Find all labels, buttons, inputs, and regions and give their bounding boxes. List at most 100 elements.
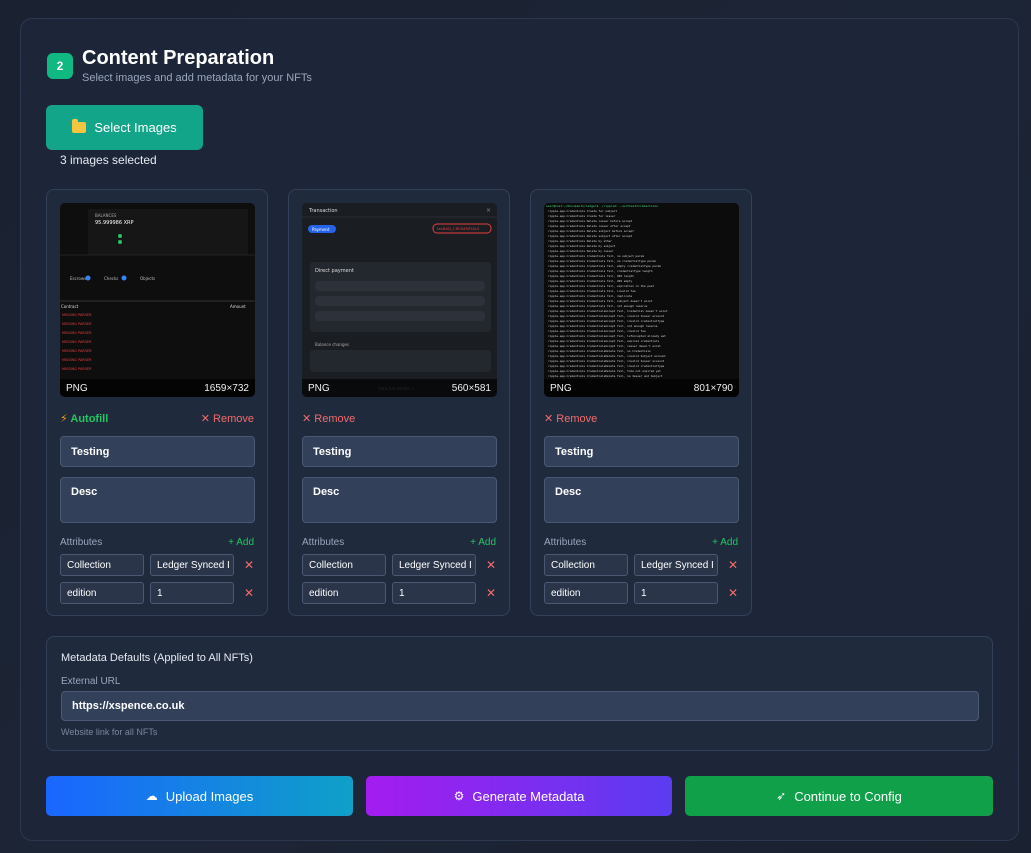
nft-description-input[interactable]: Desc xyxy=(302,477,497,523)
image-thumbnail[interactable]: user@host:~/Documents/ledger$ ./rippled … xyxy=(544,203,739,397)
svg-text:MISSING PARSER: MISSING PARSER xyxy=(62,349,92,353)
thumbnail-preview-transaction: Transaction × Payment tecBAD_CREDENTIALS… xyxy=(302,203,497,397)
attribute-key-input[interactable]: edition xyxy=(302,582,386,604)
svg-text:ripple.app.Credentials Credent: ripple.app.Credentials Credentials fail,… xyxy=(548,294,633,298)
svg-text:ripple.app.Credentials Credent: ripple.app.Credentials Credentials fail,… xyxy=(548,284,654,288)
external-url-input[interactable]: https://xspence.co.uk xyxy=(61,691,979,721)
svg-text:ripple.app.Credentials Credent: ripple.app.Credentials Credentials fail,… xyxy=(548,254,644,258)
image-dimensions: 1659×732 xyxy=(204,382,249,394)
svg-text:ripple.app.Credentials Credent: ripple.app.Credentials CredentialsDelete… xyxy=(548,369,661,373)
remove-attribute-icon[interactable]: ✕ xyxy=(485,582,497,604)
attribute-value-input[interactable]: Ledger Synced I xyxy=(150,554,234,576)
svg-text:Escrows: Escrows xyxy=(70,276,86,281)
svg-text:ripple.app.Credentials Delete: ripple.app.Credentials Delete by other xyxy=(548,239,612,243)
page-title: Content Preparation xyxy=(82,47,275,69)
svg-text:ripple.app.Credentials Delete: ripple.app.Credentials Delete issuer aft… xyxy=(548,224,631,228)
svg-text:ripple.app.Credentials Credent: ripple.app.Credentials CredentialsAccept… xyxy=(548,339,659,343)
svg-text:95.999986 XRP: 95.999986 XRP xyxy=(95,220,134,226)
svg-text:user@host:~/Documents/ledger$: user@host:~/Documents/ledger$ ./rippled … xyxy=(546,204,658,208)
svg-text:ripple.app.Credentials Credent: ripple.app.Credentials Credentials fail,… xyxy=(548,304,648,308)
metadata-defaults-section: Metadata Defaults (Applied to All NFTs) … xyxy=(46,636,993,751)
svg-text:ripple.app.Credentials Credent: ripple.app.Credentials CredentialsAccept… xyxy=(548,344,661,348)
generate-metadata-button[interactable]: ⚙ Generate Metadata xyxy=(366,776,672,816)
remove-button[interactable]: ✕ Remove xyxy=(544,412,597,425)
attribute-value-input[interactable]: 1 xyxy=(150,582,234,604)
svg-text:ripple.app.Credentials Credent: ripple.app.Credentials CredentialsAccept… xyxy=(548,314,665,318)
attribute-key-input[interactable]: edition xyxy=(60,582,144,604)
svg-text:MISSING PARSER: MISSING PARSER xyxy=(62,331,92,335)
svg-text:ripple.app.Credentials Credent: ripple.app.Credentials CredentialsAccept… xyxy=(548,334,666,338)
image-dimensions: 801×790 xyxy=(693,382,733,394)
add-attribute-button[interactable]: + Add xyxy=(712,537,738,548)
attribute-key-input[interactable]: Collection xyxy=(544,554,628,576)
upload-images-button[interactable]: ☁ Upload Images xyxy=(46,776,353,816)
remove-attribute-icon[interactable]: ✕ xyxy=(243,582,255,604)
image-card: BALANCES 95.999986 XRP Escrows Checks Ob… xyxy=(46,189,268,616)
image-format: PNG xyxy=(308,382,330,394)
svg-text:ripple.app.Credentials Credent: ripple.app.Credentials Credentials fail,… xyxy=(548,264,661,268)
svg-text:ripple.app.Credentials Credent: ripple.app.Credentials CredentialsDelete… xyxy=(548,374,663,378)
svg-text:ripple.app.Credentials Credent: ripple.app.Credentials CredentialsAccept… xyxy=(548,329,646,333)
svg-text:ripple.app.Credentials Delete: ripple.app.Credentials Delete issuer bef… xyxy=(548,219,633,223)
svg-text:ripple.app.Credentials Credent: ripple.app.Credentials Credentials fail,… xyxy=(548,274,634,278)
attribute-value-input[interactable]: Ledger Synced I xyxy=(392,554,476,576)
remove-attribute-icon[interactable]: ✕ xyxy=(727,582,739,604)
attribute-key-input[interactable]: Collection xyxy=(60,554,144,576)
svg-text:ripple.app.Credentials Delete: ripple.app.Credentials Delete subject be… xyxy=(548,229,634,233)
step-badge: 2 xyxy=(47,53,73,79)
nft-name-input[interactable]: Testing xyxy=(302,436,497,467)
folder-icon xyxy=(72,119,87,133)
select-images-button[interactable]: Select Images xyxy=(46,105,203,150)
svg-text:MISSING PARSER: MISSING PARSER xyxy=(62,358,92,362)
attributes-label: Attributes xyxy=(60,537,103,548)
svg-text:ripple.app.Credentials Credent: ripple.app.Credentials CredentialsAccept… xyxy=(548,319,665,323)
add-attribute-button[interactable]: + Add xyxy=(470,537,496,548)
attribute-key-input[interactable]: edition xyxy=(544,582,628,604)
image-thumbnail[interactable]: BALANCES 95.999986 XRP Escrows Checks Ob… xyxy=(60,203,255,397)
content-preparation-panel: 2 Content Preparation Select images and … xyxy=(20,18,1019,841)
attribute-value-input[interactable]: Ledger Synced I xyxy=(634,554,718,576)
svg-text:ripple.app.Credentials Delete: ripple.app.Credentials Delete by issuer xyxy=(548,249,614,253)
attribute-value-input[interactable]: 1 xyxy=(392,582,476,604)
svg-text:ripple.app.Credentials Credent: ripple.app.Credentials CredentialsAccept… xyxy=(548,309,668,313)
svg-text:Amount: Amount xyxy=(230,304,246,309)
nft-description-input[interactable]: Desc xyxy=(544,477,739,523)
thumbnail-info-bar: PNG 1659×732 xyxy=(60,379,255,397)
svg-text:MISSING PARSER: MISSING PARSER xyxy=(62,340,92,344)
page-subtitle: Select images and add metadata for your … xyxy=(82,72,312,84)
svg-text:tecBAD_CREDENTIALS: tecBAD_CREDENTIALS xyxy=(437,226,480,231)
nft-name-input[interactable]: Testing xyxy=(544,436,739,467)
svg-text:ripple.app.Credentials Credent: ripple.app.Credentials CredentialsDelete… xyxy=(548,354,666,358)
selection-status: 3 images selected xyxy=(60,153,157,167)
svg-text:Checks: Checks xyxy=(104,276,118,281)
remove-attribute-icon[interactable]: ✕ xyxy=(243,554,255,576)
nft-description-input[interactable]: Desc xyxy=(60,477,255,523)
svg-text:MISSING PARSER: MISSING PARSER xyxy=(62,367,92,371)
svg-text:Contract: Contract xyxy=(61,304,79,309)
remove-button[interactable]: ✕ Remove xyxy=(302,412,355,425)
nft-name-input[interactable]: Testing xyxy=(60,436,255,467)
image-dimensions: 560×581 xyxy=(451,382,491,394)
svg-text:ripple.app.Credentials Credent: ripple.app.Credentials Credentials fail,… xyxy=(548,279,633,283)
svg-text:ripple.app.Credentials Credent: ripple.app.Credentials CredentialsDelete… xyxy=(548,349,651,353)
remove-attribute-icon[interactable]: ✕ xyxy=(727,554,739,576)
remove-attribute-icon[interactable]: ✕ xyxy=(485,554,497,576)
image-thumbnail[interactable]: Transaction × Payment tecBAD_CREDENTIALS… xyxy=(302,203,497,397)
autofill-label: Autofill xyxy=(70,413,109,425)
attribute-value-input[interactable]: 1 xyxy=(634,582,718,604)
add-attribute-button[interactable]: + Add xyxy=(228,537,254,548)
autofill-button[interactable]: ⚡ Autofill xyxy=(60,412,108,425)
remove-button[interactable]: ✕ Remove xyxy=(201,412,254,425)
svg-text:Balance changes: Balance changes xyxy=(315,342,349,347)
attribute-key-input[interactable]: Collection xyxy=(302,554,386,576)
rocket-icon: ➶ xyxy=(776,789,787,803)
svg-text:ripple.app.Credentials Credent: ripple.app.Credentials Credentials fail,… xyxy=(548,299,653,303)
generate-metadata-label: Generate Metadata xyxy=(472,788,585,804)
card-actions: ⚡ Autofill ✕ Remove xyxy=(60,412,254,426)
image-format: PNG xyxy=(550,382,572,394)
thumbnail-info-bar: PNG 801×790 xyxy=(544,379,739,397)
svg-text:ripple.app.Credentials Credent: ripple.app.Credentials Credentials fail,… xyxy=(548,259,656,263)
svg-text:MISSING PARSER: MISSING PARSER xyxy=(62,322,92,326)
continue-to-config-button[interactable]: ➶ Continue to Config xyxy=(685,776,993,816)
svg-text:ripple.app.Credentials Credent: ripple.app.Credentials Credentials fail,… xyxy=(548,269,653,273)
